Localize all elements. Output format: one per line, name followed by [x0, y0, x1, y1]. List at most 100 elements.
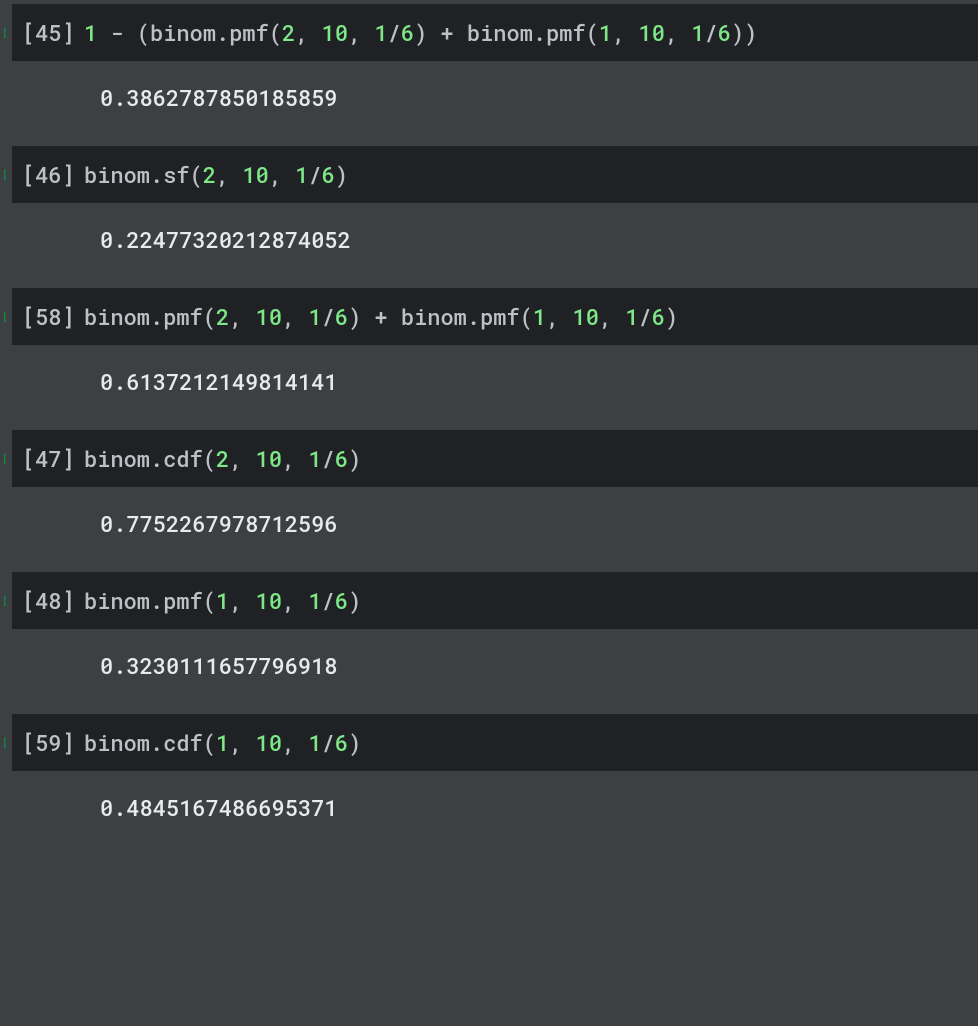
- output-text: 0.6137212149814141: [100, 367, 338, 396]
- execution-count: [48]: [12, 586, 84, 615]
- cell-input-row[interactable]: [[45]1 - (binom.pmf(2, 10, 1/6) + binom.…: [12, 4, 978, 61]
- code-token: 10: [256, 302, 282, 331]
- cell-output-row: 0.3230111657796918: [12, 629, 978, 700]
- cell-output-row: 0.3862787850185859: [12, 61, 978, 132]
- output-gutter: [12, 509, 100, 538]
- cell-input-row[interactable]: [[46]binom.sf(2, 10, 1/6): [12, 146, 978, 203]
- code-token: 2: [282, 18, 295, 47]
- output-text: 0.22477320212874052: [100, 225, 351, 254]
- code-token: /: [388, 18, 401, 47]
- code-token: 10: [242, 160, 268, 189]
- code-token: ): [348, 586, 361, 615]
- cell-output-row: 0.22477320212874052: [12, 203, 978, 274]
- code-token: 1: [308, 302, 321, 331]
- code-token: 2: [216, 302, 229, 331]
- executed-marker-icon: [: [2, 736, 8, 749]
- code-token: 10: [322, 18, 348, 47]
- code-token: 10: [639, 18, 665, 47]
- code-token: /: [322, 728, 335, 757]
- code-token: ,: [295, 18, 321, 47]
- code-token: 1: [216, 728, 229, 757]
- code-token: ,: [348, 18, 374, 47]
- code-token: binom.cdf(: [84, 728, 216, 757]
- code-token: /: [322, 444, 335, 473]
- code-token: ,: [282, 728, 308, 757]
- code-token: 2: [203, 160, 216, 189]
- cell-output-row: 0.4845167486695371: [12, 771, 978, 842]
- code-token: ,: [229, 728, 255, 757]
- code-token: ,: [282, 586, 308, 615]
- execution-count: [45]: [12, 18, 84, 47]
- code-token: ,: [216, 160, 242, 189]
- code-token: ) + binom.pmf(: [348, 302, 533, 331]
- code-token: 6: [718, 18, 731, 47]
- code-token: 6: [401, 18, 414, 47]
- code-input[interactable]: binom.cdf(1, 10, 1/6): [84, 728, 361, 757]
- code-input[interactable]: binom.cdf(2, 10, 1/6): [84, 444, 361, 473]
- code-token: binom.sf(: [84, 160, 203, 189]
- code-token: 6: [335, 586, 348, 615]
- execution-count: [46]: [12, 160, 84, 189]
- cell-input-row[interactable]: [[58]binom.pmf(2, 10, 1/6) + binom.pmf(1…: [12, 288, 978, 345]
- execution-count: [58]: [12, 302, 84, 331]
- code-token: binom.pmf(: [84, 302, 216, 331]
- code-token: binom.cdf(: [84, 444, 216, 473]
- code-token: 10: [256, 586, 282, 615]
- code-token: 1: [625, 302, 638, 331]
- executed-marker-icon: [: [2, 594, 8, 607]
- code-token: 1: [374, 18, 387, 47]
- executed-marker-icon: [: [2, 310, 8, 323]
- code-token: ,: [546, 302, 572, 331]
- code-token: ): [335, 160, 348, 189]
- code-token: - (binom.pmf(: [97, 18, 282, 47]
- code-cell: [[59]binom.cdf(1, 10, 1/6) 0.484516748669…: [0, 714, 978, 842]
- code-token: 6: [335, 302, 348, 331]
- code-cell: [[48]binom.pmf(1, 10, 1/6)0.323011165779…: [0, 572, 978, 700]
- code-token: 1: [84, 18, 97, 47]
- code-token: ) + binom.pmf(: [414, 18, 599, 47]
- code-token: 1: [308, 586, 321, 615]
- code-token: ): [348, 444, 361, 473]
- cell-input-row[interactable]: [[47]binom.cdf(2, 10, 1/6): [12, 430, 978, 487]
- execution-count: [47]: [12, 444, 84, 473]
- code-token: /: [705, 18, 718, 47]
- code-token: ,: [282, 444, 308, 473]
- code-cell: [[47]binom.cdf(2, 10, 1/6) 0.775226797871…: [0, 430, 978, 558]
- code-cell: [[58]binom.pmf(2, 10, 1/6) + binom.pmf(1…: [0, 288, 978, 416]
- code-token: 6: [652, 302, 665, 331]
- code-token: ,: [612, 18, 638, 47]
- code-token: /: [308, 160, 321, 189]
- code-token: /: [322, 302, 335, 331]
- output-gutter: [12, 367, 100, 396]
- code-input[interactable]: 1 - (binom.pmf(2, 10, 1/6) + binom.pmf(1…: [84, 18, 757, 47]
- cell-output-row: 0.6137212149814141: [12, 345, 978, 416]
- code-token: ,: [665, 18, 691, 47]
- code-token: ,: [282, 302, 308, 331]
- code-token: binom.pmf(: [84, 586, 216, 615]
- code-token: 10: [256, 444, 282, 473]
- cell-input-row[interactable]: [[59]binom.cdf(1, 10, 1/6): [12, 714, 978, 771]
- code-input[interactable]: binom.sf(2, 10, 1/6): [84, 160, 348, 189]
- output-gutter: [12, 793, 100, 822]
- code-token: ,: [229, 444, 255, 473]
- output-gutter: [12, 225, 100, 254]
- code-token: ,: [269, 160, 295, 189]
- code-token: ): [665, 302, 678, 331]
- executed-marker-icon: [: [2, 26, 8, 39]
- output-text: 0.7752267978712596: [100, 509, 338, 538]
- code-input[interactable]: binom.pmf(1, 10, 1/6): [84, 586, 361, 615]
- code-token: 6: [335, 444, 348, 473]
- code-token: 1: [295, 160, 308, 189]
- code-input[interactable]: binom.pmf(2, 10, 1/6) + binom.pmf(1, 10,…: [84, 302, 678, 331]
- code-token: ,: [229, 586, 255, 615]
- output-text: 0.3230111657796918: [100, 651, 338, 680]
- output-gutter: [12, 83, 100, 112]
- code-token: )): [731, 18, 757, 47]
- output-text: 0.4845167486695371: [100, 793, 338, 822]
- notebook-container: [[45]1 - (binom.pmf(2, 10, 1/6) + binom.…: [0, 4, 978, 842]
- code-cell: [[46]binom.sf(2, 10, 1/6)0.2247732021287…: [0, 146, 978, 274]
- code-token: 1: [308, 728, 321, 757]
- cell-input-row[interactable]: [[48]binom.pmf(1, 10, 1/6): [12, 572, 978, 629]
- executed-marker-icon: [: [2, 168, 8, 181]
- code-token: /: [322, 586, 335, 615]
